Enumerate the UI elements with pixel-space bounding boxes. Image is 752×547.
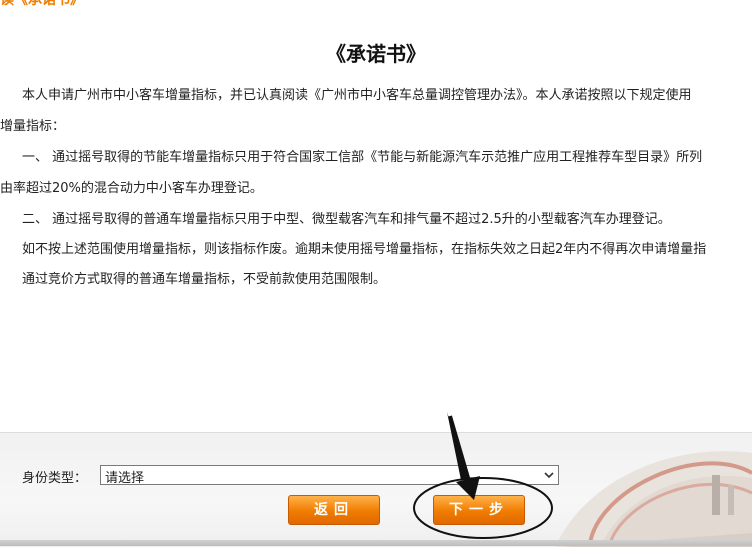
paragraph-2: 一、 通过摇号取得的节能车增量指标只用于符合国家工信部《节能与新能源汽车示范推广…	[22, 150, 703, 165]
id-type-value: 请选择	[105, 471, 145, 486]
id-type-label: 身份类型：	[22, 471, 88, 486]
paragraph-1-cont: 增量指标：	[0, 119, 66, 134]
paragraph-5: 通过竞价方式取得的普通车增量指标，不受前款使用范围限制。	[22, 272, 387, 287]
read-commitment-link[interactable]: 阅读《承诺书》	[0, 0, 84, 9]
id-type-select[interactable]: 请选择	[100, 465, 559, 486]
background-decoration	[555, 451, 752, 547]
page-title: 《承诺书》	[326, 42, 426, 66]
chevron-down-icon	[544, 472, 554, 479]
next-button[interactable]: 下一步	[433, 495, 525, 525]
back-button[interactable]: 返回	[288, 495, 380, 525]
paragraph-1: 本人申请广州市中小客车增量指标，并已认真阅读《广州市中小客车总量调控管理办法》。…	[22, 88, 692, 103]
paragraph-4: 如不按上述范围使用增量指标，则该指标作废。逾期未使用摇号增量指标，在指标失效之日…	[22, 242, 707, 257]
paragraph-3: 二、 通过摇号取得的普通车增量指标只用于中型、微型载客汽车和排气量不超过2.5升…	[22, 212, 671, 227]
form-panel: 身份类型： 请选择 返回 下一步	[0, 432, 752, 547]
bottom-bar	[0, 540, 752, 546]
paragraph-2-cont: 由率超过20%的混合动力中小客车办理登记。	[0, 181, 263, 196]
